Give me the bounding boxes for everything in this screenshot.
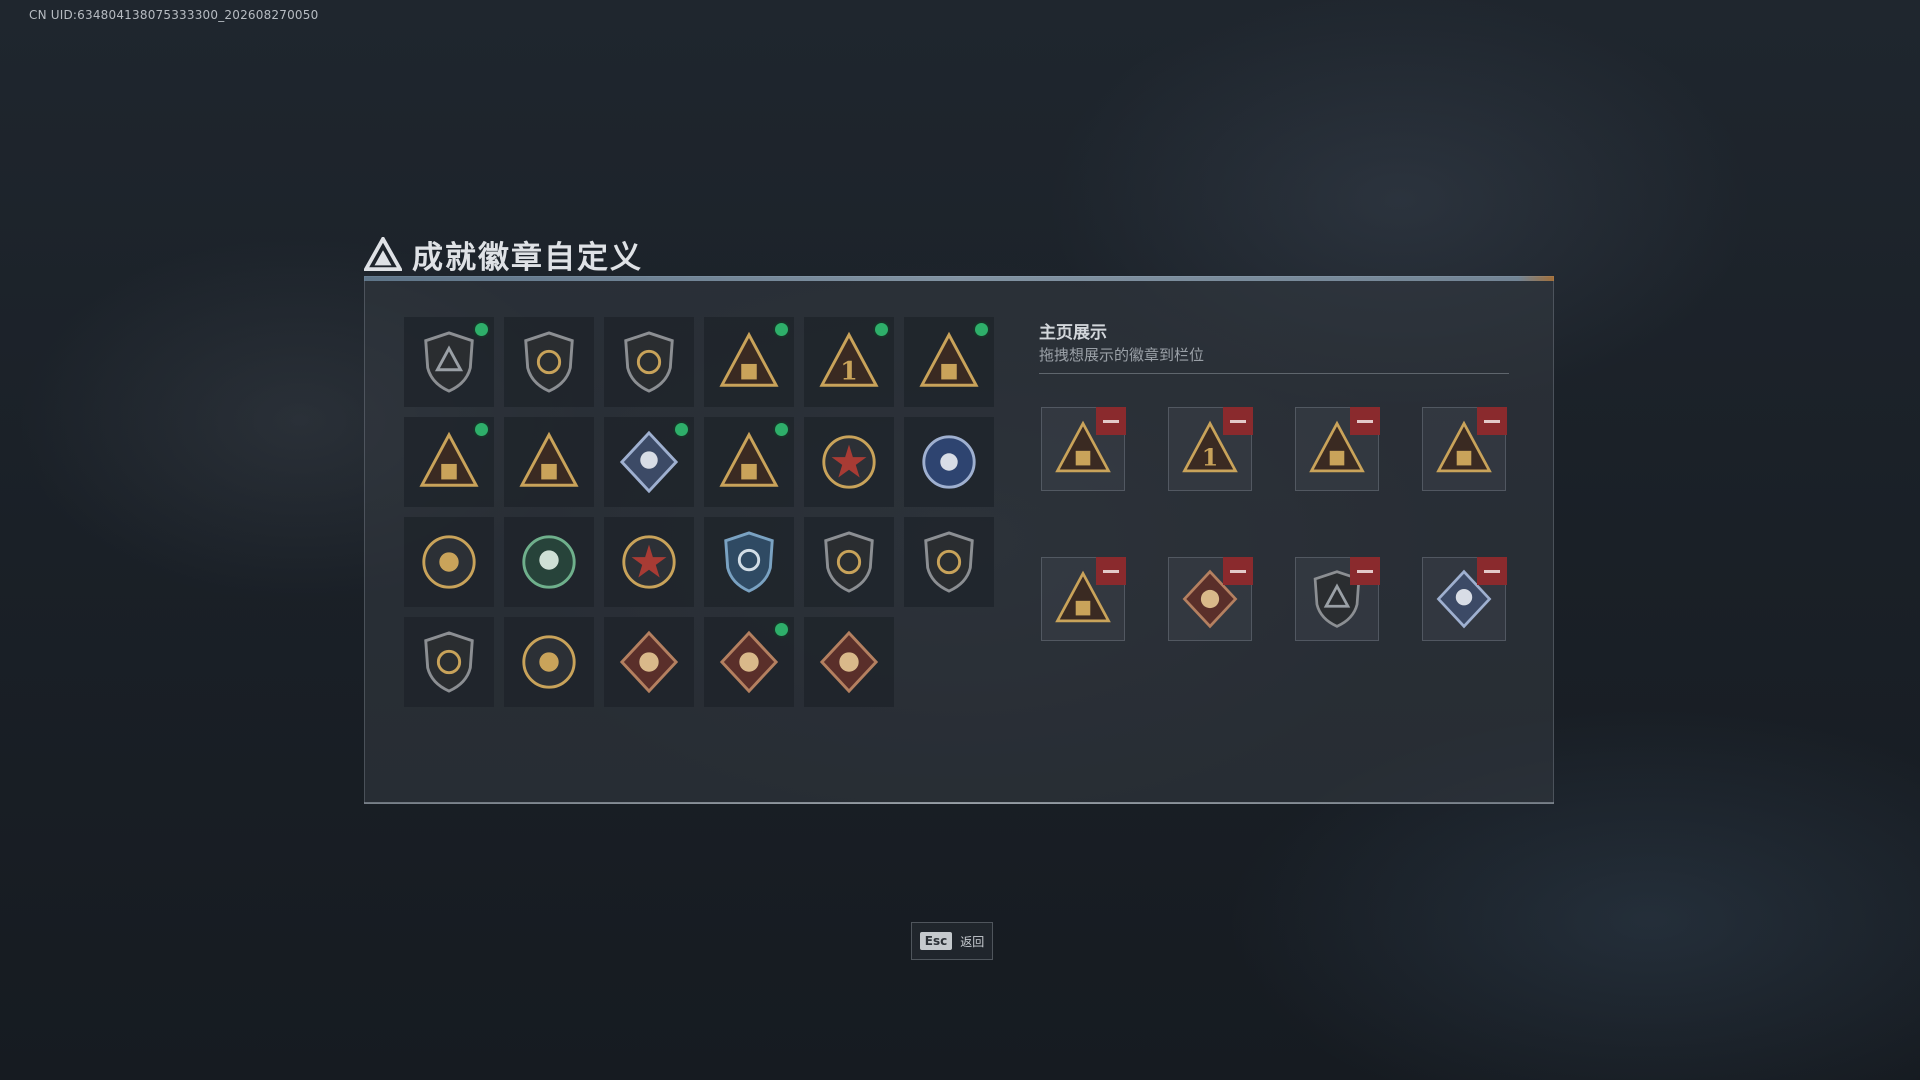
winged-shield-badge-icon bbox=[624, 331, 674, 393]
new-indicator-dot bbox=[475, 323, 488, 336]
remove-badge-button[interactable] bbox=[1350, 557, 1380, 585]
svg-text:1: 1 bbox=[1202, 443, 1218, 471]
showcase-slot[interactable]: 1 bbox=[1168, 407, 1253, 491]
badge-item[interactable] bbox=[604, 417, 694, 507]
rose-diamond-badge-icon bbox=[619, 430, 679, 494]
remove-badge-button[interactable] bbox=[1223, 557, 1253, 585]
panel-bottom-accent bbox=[364, 802, 1554, 804]
badge-item[interactable]: 1 bbox=[804, 317, 894, 407]
showcase-slot[interactable] bbox=[1041, 407, 1126, 491]
star-medal-badge-icon bbox=[822, 435, 876, 489]
new-indicator-dot bbox=[975, 323, 988, 336]
crossed-rifles-crest-badge-icon bbox=[522, 635, 576, 689]
rifle-shield-badge-icon bbox=[824, 531, 874, 593]
remove-badge-button[interactable] bbox=[1223, 407, 1253, 435]
remove-badge-button[interactable] bbox=[1477, 407, 1507, 435]
beast-diamond-badge-icon bbox=[619, 630, 679, 694]
badge-item[interactable] bbox=[404, 617, 494, 707]
new-indicator-dot bbox=[875, 323, 888, 336]
remove-badge-button[interactable] bbox=[1350, 407, 1380, 435]
new-indicator-dot bbox=[775, 323, 788, 336]
remove-badge-button[interactable] bbox=[1477, 557, 1507, 585]
shield-delta-badge-icon bbox=[424, 331, 474, 393]
badge-item[interactable] bbox=[504, 417, 594, 507]
back-label: 返回 bbox=[960, 934, 985, 949]
number-one-triangle-badge-icon: 1 bbox=[819, 331, 879, 387]
rifle-shield-dark-badge-icon bbox=[924, 531, 974, 593]
showcase-slot[interactable] bbox=[1422, 557, 1507, 641]
badge-item[interactable] bbox=[904, 317, 994, 407]
eagle-crest-badge-icon bbox=[422, 535, 476, 589]
badge-item[interactable] bbox=[404, 517, 494, 607]
badge-item[interactable] bbox=[904, 417, 994, 507]
badge-item[interactable] bbox=[604, 617, 694, 707]
showcase-title: 主页展示 bbox=[1039, 323, 1107, 343]
showcase-slot[interactable] bbox=[1422, 407, 1507, 491]
supply-crate-triangle-badge-icon bbox=[919, 331, 979, 387]
firefighter-triangle-badge-icon bbox=[719, 431, 779, 487]
no-knife-shield-badge-icon bbox=[424, 631, 474, 693]
remove-badge-button[interactable] bbox=[1096, 557, 1126, 585]
compass-star-badge-icon bbox=[622, 535, 676, 589]
helicopter-shield-badge-icon bbox=[524, 331, 574, 393]
badge-item[interactable] bbox=[804, 617, 894, 707]
badge-item[interactable] bbox=[404, 417, 494, 507]
badge-item[interactable] bbox=[504, 617, 594, 707]
showcase-divider bbox=[1039, 373, 1509, 374]
panel-top-accent bbox=[364, 276, 1554, 281]
badge-item[interactable] bbox=[804, 517, 894, 607]
runner-diamond-badge-icon bbox=[819, 630, 879, 694]
badge-item[interactable] bbox=[504, 317, 594, 407]
dragon-triangle-badge-icon bbox=[519, 431, 579, 487]
badge-item[interactable] bbox=[704, 517, 794, 607]
showcase-slot[interactable] bbox=[1168, 557, 1253, 641]
window-title: 成就徽章自定义 bbox=[364, 232, 643, 276]
green-wreath-badge-icon bbox=[522, 535, 576, 589]
dragon-diamond-badge-icon bbox=[719, 630, 779, 694]
badge-item[interactable] bbox=[404, 317, 494, 407]
showcase-slot[interactable] bbox=[1041, 557, 1126, 641]
showcase-slot[interactable] bbox=[1295, 557, 1380, 641]
esc-key-hint: Esc bbox=[919, 932, 953, 950]
showcase-subtitle: 拖拽想展示的徽章到栏位 bbox=[1039, 346, 1205, 364]
showcase-slot[interactable] bbox=[1295, 407, 1380, 491]
badge-collection-grid: 1 bbox=[404, 317, 994, 707]
user-uid-label: CN UID:634804138075333300_202608270050 bbox=[29, 8, 319, 22]
page-title: 成就徽章自定义 bbox=[412, 239, 643, 276]
new-indicator-dot bbox=[775, 623, 788, 636]
new-indicator-dot bbox=[475, 423, 488, 436]
ship-triangle-badge-icon bbox=[719, 331, 779, 387]
delta-logo-icon bbox=[364, 237, 402, 271]
badge-item[interactable] bbox=[704, 617, 794, 707]
badge-item[interactable] bbox=[804, 417, 894, 507]
back-button[interactable]: Esc 返回 bbox=[911, 922, 993, 960]
crosshair-shield-badge-icon bbox=[724, 531, 774, 593]
badge-item[interactable] bbox=[704, 417, 794, 507]
remove-badge-button[interactable] bbox=[1096, 407, 1126, 435]
badge-item[interactable] bbox=[604, 317, 694, 407]
badge-item[interactable] bbox=[504, 517, 594, 607]
badge-item[interactable] bbox=[604, 517, 694, 607]
new-indicator-dot bbox=[775, 423, 788, 436]
badge-item[interactable] bbox=[904, 517, 994, 607]
new-indicator-dot bbox=[675, 423, 688, 436]
blue-medal-badge-icon bbox=[922, 435, 976, 489]
soldiers-triangle-badge-icon bbox=[419, 431, 479, 487]
svg-text:1: 1 bbox=[840, 355, 858, 385]
badge-item[interactable] bbox=[704, 317, 794, 407]
